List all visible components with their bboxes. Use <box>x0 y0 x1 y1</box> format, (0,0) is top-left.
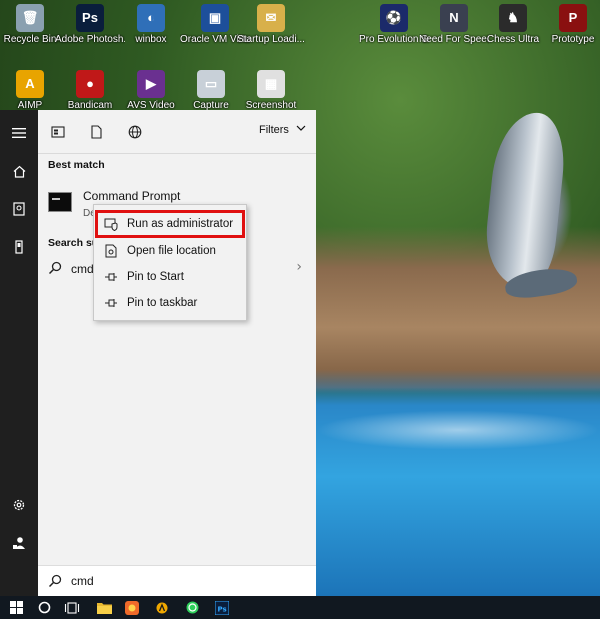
taskbar-aimp[interactable] <box>148 596 176 619</box>
prototype-icon: P <box>559 4 587 32</box>
pin-taskbar-icon <box>104 296 118 310</box>
taskbar-photoshop[interactable]: Ps <box>208 596 236 619</box>
desktop-icon-label: Prototype <box>551 34 595 45</box>
virtualbox-icon: ▣ <box>201 4 229 32</box>
taskbar-file-explorer[interactable] <box>90 596 118 619</box>
gear-icon <box>13 499 25 511</box>
shield-admin-icon <box>104 217 118 231</box>
search-scope-bar: Filters <box>38 110 316 154</box>
chess-ultra-icon: ♞ <box>499 4 527 32</box>
desktop-icon[interactable]: Ps Adobe Photosh... <box>55 4 125 46</box>
scope-web-button[interactable] <box>123 120 147 144</box>
start-search-box[interactable]: cmd <box>38 565 316 596</box>
task-view-button[interactable] <box>58 596 86 619</box>
photoshop-icon: Ps <box>215 600 229 615</box>
search-icon <box>48 261 62 275</box>
contact-card-icon <box>13 202 25 216</box>
hamburger-menu-button[interactable] <box>0 116 38 150</box>
apps-icon <box>51 126 65 138</box>
desktop-icon[interactable]: ◐ winbox <box>116 4 186 46</box>
context-item-label: Run as administrator <box>127 218 234 230</box>
aimp-icon <box>156 602 168 613</box>
whatsapp-icon <box>186 601 198 614</box>
winbox-icon: ◐ <box>137 4 165 32</box>
startup-loader-icon: ✉ <box>257 4 285 32</box>
avs-video-icon: ▶ <box>137 70 165 98</box>
chevron-down-icon <box>296 125 306 131</box>
documents-button[interactable] <box>0 192 38 226</box>
cortana-button[interactable] <box>30 596 58 619</box>
globe-icon <box>128 125 142 139</box>
context-pin-to-start[interactable]: Pin to Start <box>94 264 246 290</box>
desktop-icon[interactable]: ▦ Screenshot <box>236 70 306 112</box>
start-search-panel: Filters Best match Command Prompt De Sea… <box>38 110 316 565</box>
suggestion-text: cmd <box>71 262 94 276</box>
command-prompt-icon <box>48 192 72 212</box>
capture-icon: ▭ <box>197 70 225 98</box>
hamburger-icon <box>12 128 26 138</box>
home-icon <box>13 165 25 178</box>
device-icon <box>15 240 23 254</box>
aimp-icon: A <box>16 70 44 98</box>
pin-icon <box>104 270 118 284</box>
taskbar-whatsapp[interactable] <box>178 596 206 619</box>
context-open-file-location[interactable]: Open file location <box>94 238 246 264</box>
best-match-title: Command Prompt <box>83 189 181 203</box>
scope-apps-button[interactable] <box>46 120 70 144</box>
context-pin-to-taskbar[interactable]: Pin to taskbar <box>94 290 246 316</box>
context-item-label: Pin to Start <box>127 271 184 283</box>
folder-location-icon <box>104 244 118 258</box>
screenshot-icon: ▦ <box>257 70 285 98</box>
cortana-circle-icon <box>38 601 50 614</box>
filters-dropdown[interactable]: Filters <box>259 124 306 136</box>
bandicam-icon: ● <box>76 70 104 98</box>
desktop-icon[interactable]: P Prototype <box>538 4 600 46</box>
chevron-right-icon[interactable]: › <box>296 259 302 275</box>
pes-2018-icon: ⚽ <box>380 4 408 32</box>
wallpaper-splash <box>316 410 600 450</box>
windows-logo-icon <box>9 601 23 614</box>
filters-label: Filters <box>258 124 289 136</box>
context-menu: Run as administrator Open file location … <box>93 204 247 321</box>
search-icon <box>48 574 62 588</box>
context-item-label: Open file location <box>127 245 216 257</box>
start-left-rail <box>0 110 38 596</box>
user-button[interactable] <box>0 526 38 560</box>
user-icon <box>13 537 25 549</box>
svg-text:Ps: Ps <box>218 605 227 613</box>
desktop-icon[interactable]: ● Bandicam <box>55 70 125 112</box>
scope-documents-button[interactable] <box>84 120 108 144</box>
taskbar: Ps <box>0 596 600 619</box>
search-suggestions-heading: Search su <box>48 237 99 249</box>
device-button[interactable] <box>0 230 38 264</box>
context-item-label: Pin to taskbar <box>127 297 198 309</box>
settings-button[interactable] <box>0 488 38 522</box>
desktop-icon[interactable]: ✉ Startup Loadi... <box>236 4 306 46</box>
taskbar-app-orange[interactable] <box>118 596 146 619</box>
desktop-icon-label: Startup Loadi... <box>237 34 305 45</box>
folder-icon <box>96 602 112 614</box>
photoshop-icon: Ps <box>76 4 104 32</box>
task-view-icon <box>64 601 80 614</box>
recycle-bin-icon: 🗑 <box>16 4 44 32</box>
home-button[interactable] <box>0 154 38 188</box>
need-for-speed-icon: N <box>440 4 468 32</box>
colorful-app-icon <box>125 600 139 615</box>
best-match-heading: Best match <box>48 159 105 171</box>
start-button[interactable] <box>2 596 30 619</box>
search-input-value[interactable]: cmd <box>71 574 94 588</box>
desktop-icon-label: winbox <box>135 34 167 45</box>
context-run-as-administrator[interactable]: Run as administrator <box>95 210 245 238</box>
desktop-icon-label: Adobe Photosh... <box>55 34 125 45</box>
document-icon <box>90 125 102 139</box>
